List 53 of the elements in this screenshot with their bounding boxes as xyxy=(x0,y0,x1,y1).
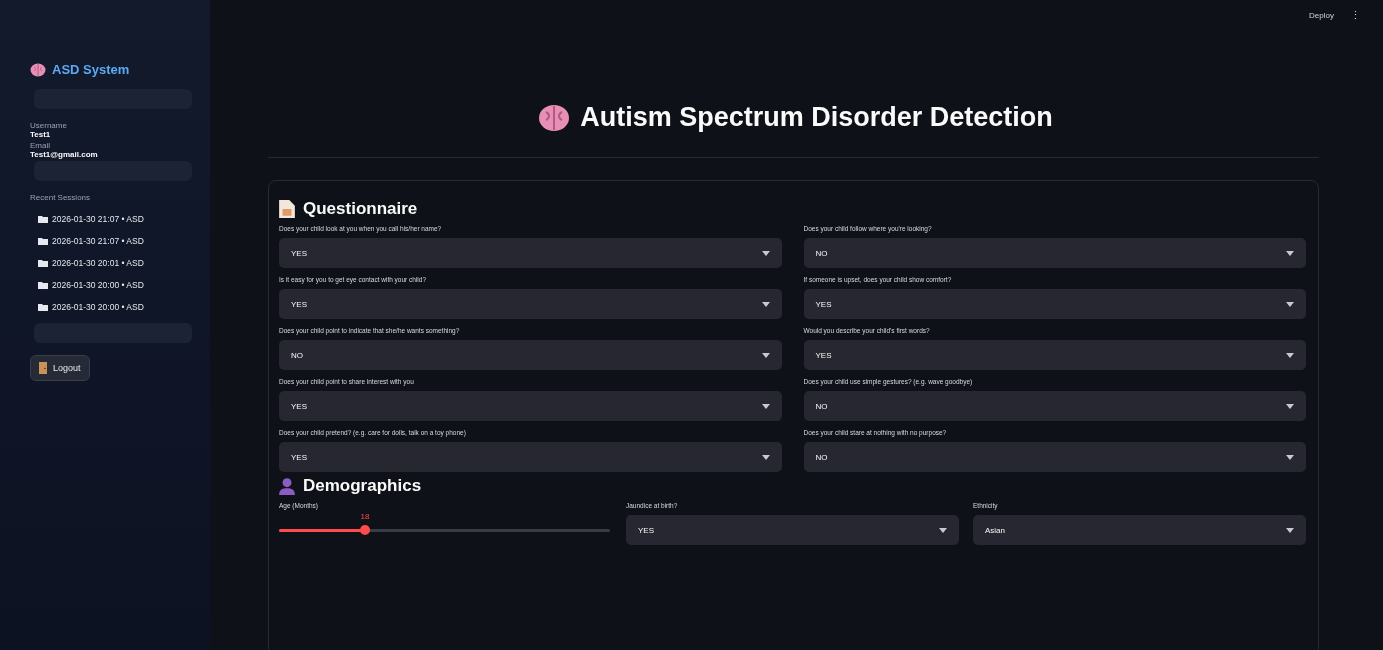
folder-icon xyxy=(38,280,48,289)
option-select[interactable]: Asian xyxy=(973,515,1306,545)
section-label: Recent Sessions xyxy=(30,193,92,202)
chevron-icon xyxy=(939,527,947,533)
answer-select[interactable]: YES xyxy=(279,238,782,268)
brain-icon xyxy=(538,103,571,132)
document-icon xyxy=(279,200,295,218)
session-link[interactable]: 2026-01-30 20:01 • ASD xyxy=(52,257,144,268)
slider-value: 18 xyxy=(360,511,370,521)
answer-select[interactable]: YES xyxy=(803,340,1306,370)
slider-thumb[interactable] xyxy=(360,524,371,535)
field-label: Username xyxy=(30,121,68,130)
answer-select[interactable]: YES xyxy=(279,442,782,472)
section-heading: Questionnaire xyxy=(279,199,1306,219)
folder-icon xyxy=(38,258,48,267)
answer-select[interactable]: NO xyxy=(803,442,1306,472)
session-link[interactable]: 2026-01-30 21:07 • ASD xyxy=(52,235,144,246)
session-link[interactable]: 2026-01-30 20:00 • ASD xyxy=(52,279,144,290)
username-text: Test1 xyxy=(30,130,52,139)
chevron-icon xyxy=(1286,403,1294,409)
option-select[interactable]: YES xyxy=(626,515,959,545)
answer-select[interactable]: YES xyxy=(279,289,782,319)
chevron-icon xyxy=(1286,527,1294,533)
brain-icon xyxy=(30,62,46,77)
answer-select[interactable]: NO xyxy=(279,340,782,370)
door-icon xyxy=(39,362,47,374)
answer-select[interactable]: NO xyxy=(803,238,1306,268)
folder-icon xyxy=(38,214,48,223)
chevron-icon xyxy=(761,454,770,460)
deploy-button[interactable]: Deploy xyxy=(1309,10,1334,20)
answer-select[interactable]: YES xyxy=(279,391,782,421)
email-text: Test1@gmail.com xyxy=(30,150,99,159)
chevron-icon xyxy=(1286,301,1294,307)
folder-icon xyxy=(38,236,48,245)
answer-select[interactable]: NO xyxy=(803,391,1306,421)
session-link[interactable]: 2026-01-30 21:07 • ASD xyxy=(52,213,144,224)
chevron-icon xyxy=(761,301,770,307)
chevron-icon xyxy=(761,403,770,409)
page-title: Autism Spectrum Disorder Detection xyxy=(538,102,1053,133)
chevron-icon xyxy=(1286,352,1294,358)
menu-button[interactable]: ⋮ xyxy=(1350,8,1361,22)
chevron-icon xyxy=(1286,250,1294,256)
person-icon xyxy=(279,477,295,495)
section-heading: Demographics xyxy=(279,476,1306,496)
folder-icon xyxy=(38,302,48,311)
logout-button[interactable]: Logout xyxy=(30,355,90,381)
brand-title: ASD System xyxy=(52,62,130,77)
chevron-icon xyxy=(1286,454,1294,460)
chevron-icon xyxy=(761,352,770,358)
session-link[interactable]: 2026-01-30 20:00 • ASD xyxy=(52,301,144,312)
field-label: Email xyxy=(30,141,51,150)
answer-select[interactable]: YES xyxy=(803,289,1306,319)
chevron-icon xyxy=(761,250,770,256)
